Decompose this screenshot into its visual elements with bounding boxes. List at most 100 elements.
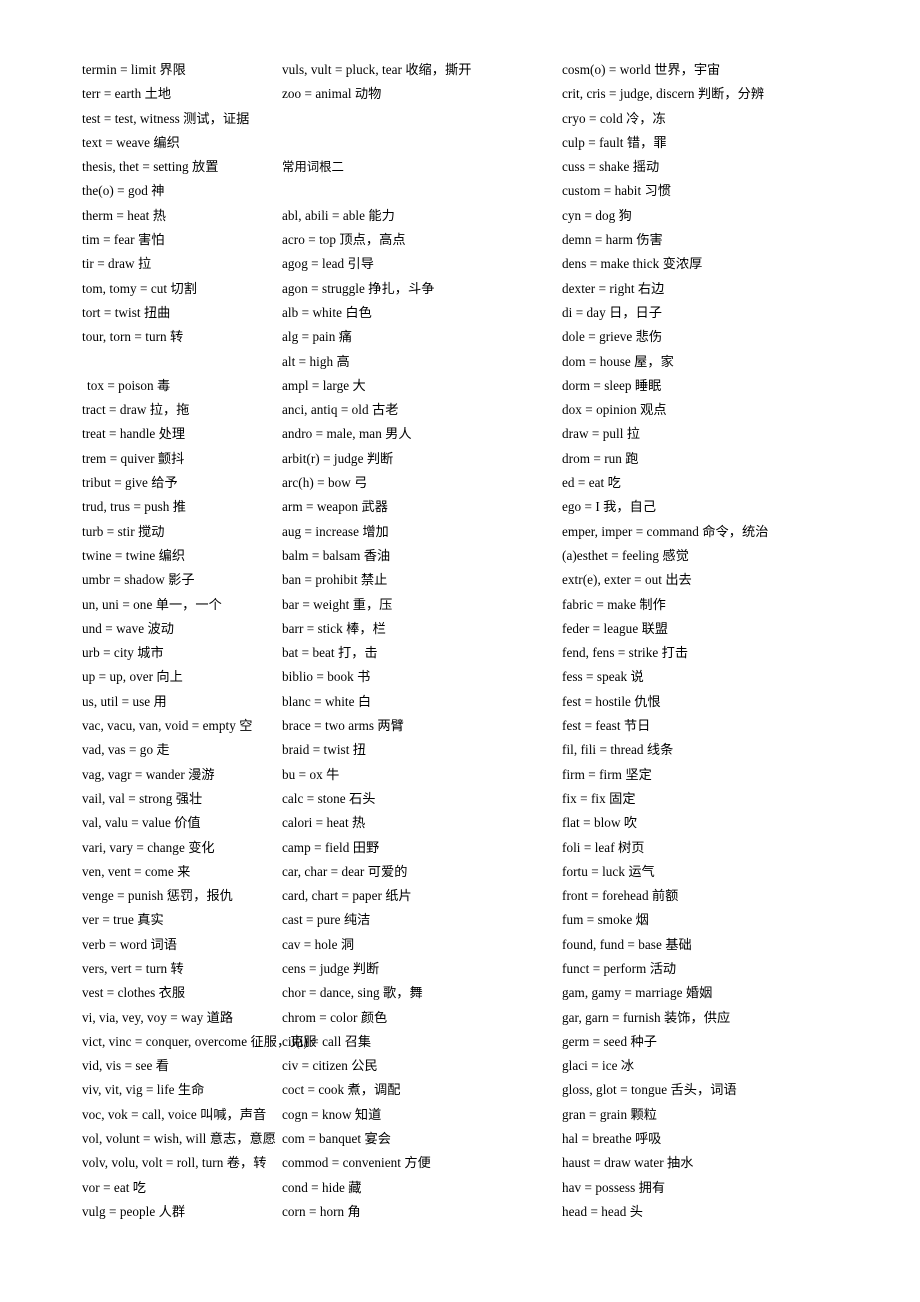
root-entry: cast = pure 纯洁 <box>282 912 371 928</box>
root-entry: un, uni = one 单一，一个 <box>82 596 222 612</box>
root-entry: barr = stick 棒，栏 <box>282 620 386 636</box>
root-entry: found, fund = base 基础 <box>562 936 692 952</box>
root-entry: bu = ox 牛 <box>282 766 340 782</box>
root-entry: calc = stone 石头 <box>282 790 376 806</box>
root-entry: agon = struggle 挣扎，斗争 <box>282 280 435 296</box>
root-entry: aug = increase 增加 <box>282 523 389 539</box>
root-entry: tort = twist 扭曲 <box>82 304 171 320</box>
root-entry: ban = prohibit 禁止 <box>282 572 388 588</box>
root-entry: culp = fault 错，罪 <box>562 134 667 150</box>
root-entry: the(o) = god 神 <box>82 183 165 199</box>
root-entry: hav = possess 拥有 <box>562 1179 666 1195</box>
root-entry: fabric = make 制作 <box>562 596 666 612</box>
document-page: termin = limit 界限 terr = earth 土地 test = t… <box>0 0 920 1302</box>
root-entry: test = test, witness 测试，证据 <box>82 110 250 126</box>
root-entry: com = banquet 宴会 <box>282 1131 391 1147</box>
root-entry: vag, vagr = wander 漫游 <box>82 766 215 782</box>
root-entry: dox = opinion 观点 <box>562 402 667 418</box>
root-entry: di = day 日，日子 <box>562 304 663 320</box>
root-entry: crit, cris = judge, discern 判断，分辨 <box>562 86 765 102</box>
root-entry: vict, vinc = conquer, overcome 征服，克服 <box>82 1033 317 1049</box>
root-entry: hal = breathe 呼吸 <box>562 1131 662 1147</box>
root-entry: glaci = ice 冰 <box>562 1058 635 1074</box>
root-entry: andro = male, man 男人 <box>282 426 412 442</box>
root-entry: arm = weapon 武器 <box>282 499 388 515</box>
root-entry: draw = pull 拉 <box>562 426 641 442</box>
root-entry: text = weave 编织 <box>82 134 180 150</box>
root-entry: turb = stir 搅动 <box>82 523 165 539</box>
root-entry: fil, fili = thread 线条 <box>562 742 674 758</box>
root-entry: dexter = right 右边 <box>562 280 665 296</box>
root-entry: dens = make thick 变浓厚 <box>562 256 703 272</box>
root-entry: up = up, over 向上 <box>82 669 183 685</box>
root-entry: terr = earth 土地 <box>82 86 172 102</box>
root-entry: agog = lead 引导 <box>282 256 375 272</box>
root-entry: voc, vok = call, voice 叫喊，声音 <box>82 1106 267 1122</box>
root-entry: dole = grieve 悲伤 <box>562 329 663 345</box>
root-entry: vail, val = strong 强壮 <box>82 790 203 806</box>
root-entry: trem = quiver 颤抖 <box>82 450 185 466</box>
root-entry: feder = league 联盟 <box>562 620 669 636</box>
root-entry: urb = city 城市 <box>82 645 164 661</box>
root-entry: chor = dance, sing 歌，舞 <box>282 985 423 1001</box>
root-entry: cryo = cold 冷，冻 <box>562 110 666 126</box>
root-entry: flat = blow 吹 <box>562 815 638 831</box>
root-entry: ed = eat 吃 <box>562 475 621 491</box>
root-entry: vor = eat 吃 <box>82 1179 147 1195</box>
root-entry: civ = citizen 公民 <box>282 1058 378 1074</box>
root-entry: fend, fens = strike 打击 <box>562 645 689 661</box>
root-entry: cil(i) = call 召集 <box>282 1033 372 1049</box>
root-entry: firm = firm 坚定 <box>562 766 652 782</box>
root-entry: arc(h) = bow 弓 <box>282 475 368 491</box>
root-entry: volv, volu, volt = roll, turn 卷，转 <box>82 1155 267 1171</box>
root-entry: verb = word 词语 <box>82 936 177 952</box>
root-entry: cens = judge 判断 <box>282 960 380 976</box>
root-entry: twine = twine 编织 <box>82 547 186 563</box>
root-entry: fortu = luck 运气 <box>562 863 655 879</box>
root-entry: cuss = shake 摇动 <box>562 159 660 175</box>
root-entry: abl, abili = able 能力 <box>282 207 395 223</box>
root-entry: tim = fear 害怕 <box>82 232 165 248</box>
root-entry: termin = limit 界限 <box>82 62 186 77</box>
root-entry: germ = seed 种子 <box>562 1033 657 1049</box>
root-entry: vad, vas = go 走 <box>82 742 170 758</box>
root-entry: bat = beat 打，击 <box>282 645 378 661</box>
root-entry: alb = white 白色 <box>282 304 372 320</box>
root-entry: ego = I 我，自己 <box>562 499 657 515</box>
root-entry: acro = top 顶点，高点 <box>282 232 406 248</box>
root-entry: vari, vary = change 变化 <box>82 839 215 855</box>
root-entry: commod = convenient 方便 <box>282 1155 431 1171</box>
root-entry: treat = handle 处理 <box>82 426 186 442</box>
column-2: vuls, vult = pluck, tear 收缩，撕开 zoo = anim… <box>275 58 555 1224</box>
root-entry: ver = true 真实 <box>82 912 164 928</box>
root-entry: vuls, vult = pluck, tear 收缩，撕开 <box>282 62 472 77</box>
root-entry: front = forehead 前额 <box>562 888 679 904</box>
root-entry: vers, vert = turn 转 <box>82 960 184 976</box>
root-entry: (a)esthet = feeling 感觉 <box>562 547 689 563</box>
root-entry: emper, imper = command 命令，统治 <box>562 523 769 539</box>
root-entry: ampl = large 大 <box>282 377 366 393</box>
root-entry: car, char = dear 可爱的 <box>282 863 408 879</box>
root-entry: val, valu = value 价值 <box>82 815 201 831</box>
root-entry: tour, torn = turn 转 <box>82 329 184 345</box>
root-entry: vulg = people 人群 <box>82 1203 186 1219</box>
root-entry: gam, gamy = marriage 婚姻 <box>562 985 713 1001</box>
root-entry: us, util = use 用 <box>82 693 167 709</box>
root-entry: vest = clothes 衣服 <box>82 985 186 1001</box>
root-entry: card, chart = paper 纸片 <box>282 888 412 904</box>
root-entry: fess = speak 说 <box>562 669 644 685</box>
root-entry: cyn = dog 狗 <box>562 207 632 223</box>
root-entry: camp = field 田野 <box>282 839 380 855</box>
root-entry: funct = perform 活动 <box>562 960 677 976</box>
root-entry: tir = draw 拉 <box>82 256 152 272</box>
root-entry: thesis, thet = setting 放置 <box>82 159 219 175</box>
root-entry: anci, antiq = old 古老 <box>282 402 399 418</box>
root-entry: viv, vit, vig = life 生命 <box>82 1082 205 1098</box>
root-entry: fest = feast 节日 <box>562 718 651 734</box>
root-entry: zoo = animal 动物 <box>282 86 382 102</box>
root-entry: bar = weight 重，压 <box>282 596 393 612</box>
root-entry: und = wave 波动 <box>82 620 174 636</box>
column-3: cosm(o) = world 世界，宇宙 crit, cris = judge,… <box>555 58 838 1224</box>
root-entry: vi, via, vey, voy = way 道路 <box>82 1009 234 1025</box>
